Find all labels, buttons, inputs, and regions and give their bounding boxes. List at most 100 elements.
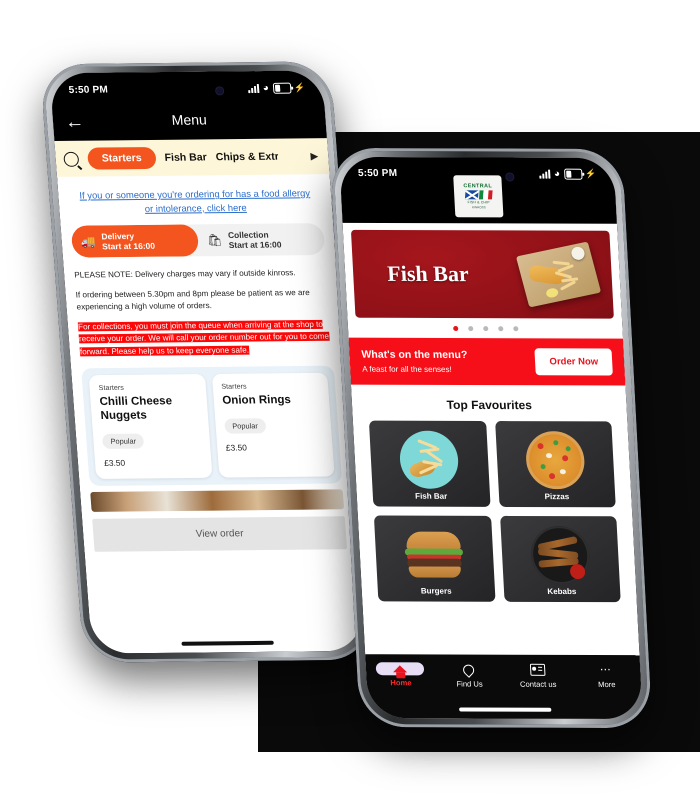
category-tab-bar: Starters Fish Bar Chips & Extras ▶ [54,138,330,177]
hero-carousel-slide[interactable]: Fish Bar [350,229,614,319]
food-photo-strip [90,488,345,512]
product-category: Starters [221,381,247,392]
collection-label: Collection [227,229,269,240]
delivery-scooter-icon: 🚚 [80,234,97,249]
home-icon [393,665,408,673]
lemon-wedge-shape [545,287,560,299]
product-badge: Popular [101,433,145,449]
promo-subtitle: A feast for all the senses! [361,364,452,374]
store-notice: PLEASE NOTE: Delivery charges may vary i… [74,267,333,359]
collection-mode-option[interactable]: 🛍 Collection Start at 16:00 [197,223,326,256]
carousel-dot-1[interactable] [452,326,458,332]
collection-mode-text: Collection Start at 16:00 [228,229,282,250]
wifi-icon: ◕ [262,82,270,94]
nav-item-more[interactable]: ⋯ More [571,663,641,690]
category-tile-kebabs[interactable]: Kebabs [499,515,621,603]
brand-logo: CENTRAL FISH & CHIP KINROSS [453,175,504,218]
nav-item-home[interactable]: Home [366,662,436,687]
logo-brand-text: CENTRAL [463,183,493,190]
carousel-dot-4[interactable] [497,326,503,332]
delivery-mode-text: Delivery Start at 16:00 [101,231,155,252]
play-arrow-icon[interactable]: ▶ [310,151,321,162]
tile-label: Burgers [420,586,452,596]
dynamic-island [142,79,232,103]
nav-label: Contact us [519,679,557,689]
left-phone-screen: 5:50 PM ◕ ⚡ ← Menu Starters Fish Bar Chi… [49,70,365,654]
front-camera-icon [505,171,515,181]
battery-charging-icon [272,82,292,94]
home-header: 5:50 PM ◕ ⚡ CENTRAL FISH & CHIP KINROSS [339,156,617,224]
contact-card-icon [529,663,546,677]
chips-shape [551,254,594,292]
fish-and-chips-plate-image [398,430,460,489]
nav-item-contact-us[interactable]: Contact us [503,663,573,689]
view-order-button[interactable]: View order [92,515,348,552]
ellipsis-icon: ⋯ [599,663,613,676]
tab-starters[interactable]: Starters [86,146,157,170]
nav-item-find-us[interactable]: Find Us [434,661,504,689]
tab-fish-bar[interactable]: Fish Bar [164,151,207,163]
product-card-onion-rings[interactable]: Starters Onion Rings Popular £3.50 [211,373,335,478]
order-now-button[interactable]: Order Now [534,348,613,376]
category-tile-burgers[interactable]: Burgers [373,515,496,602]
nav-label: More [597,679,616,690]
delivery-label: Delivery [101,230,135,242]
right-phone-screen: 5:50 PM ◕ ⚡ CENTRAL FISH & CHIP KINROSS … [339,156,643,720]
front-camera-icon [214,85,225,95]
location-pin-icon [461,661,477,678]
battery-charging-icon [563,168,583,180]
page-title: Menu [171,111,208,128]
home-body: Fish Bar What's on the menu? A feast for… [342,229,637,603]
category-tile-fish-bar[interactable]: Fish Bar [368,420,491,507]
notice-highlighted: For collections, you must join the queue… [77,319,330,357]
search-icon[interactable] [63,151,80,167]
home-indicator [459,707,552,712]
logo-location: KINROSS [472,205,486,210]
pizza-image [524,431,586,490]
tab-chips-and-extras[interactable]: Chips & Extras [215,151,278,164]
fish-and-chips-tray-image [515,241,602,308]
collection-time: Start at 16:00 [228,239,282,251]
order-mode-toggle: 🚚 Delivery Start at 16:00 🛍 Collection S… [70,223,326,258]
product-name: Onion Rings [221,394,292,408]
status-time: 5:50 PM [68,84,109,96]
menu-body: If you or someone you're ordering for ha… [57,186,358,552]
kebab-skewers-image [529,525,591,585]
menu-top-bar: 5:50 PM ◕ ⚡ ← Menu [49,70,327,142]
tile-label: Pizzas [544,492,570,502]
italian-flag-icon [478,190,493,200]
notice-line-1: PLEASE NOTE: Delivery charges may vary i… [73,268,296,280]
burger-image [404,526,465,584]
delivery-time: Start at 16:00 [101,241,156,252]
product-card-chilli-cheese-nuggets[interactable]: Starters Chilli Cheese Nuggets Popular £… [88,374,212,479]
hero-title: Fish Bar [386,260,470,287]
home-indicator [181,640,274,646]
delivery-mode-option[interactable]: 🚚 Delivery Start at 16:00 [70,224,200,258]
product-card-row: Starters Chilli Cheese Nuggets Popular £… [81,366,343,486]
left-phone-device: 5:50 PM ◕ ⚡ ← Menu Starters Fish Bar Chi… [39,61,375,663]
status-icons: ◕ ⚡ [539,168,597,180]
status-time: 5:50 PM [357,167,398,180]
carousel-dot-2[interactable] [467,326,473,332]
carousel-dot-5[interactable] [512,326,518,332]
product-category: Starters [98,383,125,393]
carousel-dots[interactable] [348,318,623,339]
carousel-dot-3[interactable] [482,326,488,332]
mockup-stage: 5:50 PM ◕ ⚡ ← Menu Starters Fish Bar Chi… [0,0,700,800]
status-icons: ◕ ⚡ [247,82,306,95]
right-phone-device: 5:50 PM ◕ ⚡ CENTRAL FISH & CHIP KINROSS … [329,147,653,729]
favourites-grid: Fish Bar Pizzas Burgers Kebabs [353,420,637,603]
promo-title: What's on the menu? [361,348,468,362]
right-phone-screen-bezel: 5:50 PM ◕ ⚡ CENTRAL FISH & CHIP KINROSS … [339,156,643,720]
favourites-heading: Top Favourites [446,397,533,413]
product-price: £3.50 [103,457,126,468]
notice-line-2: If ordering between 5.30pm and 8pm pleas… [75,287,311,312]
product-price: £3.50 [225,442,248,453]
tile-label: Fish Bar [414,491,448,501]
wifi-icon: ◕ [553,168,561,180]
nav-label: Home [390,678,412,688]
category-tile-pizzas[interactable]: Pizzas [494,421,616,508]
allergy-link[interactable]: If you or someone you're ordering for ha… [78,186,312,216]
product-name: Chilli Cheese Nuggets [99,395,173,422]
signal-icon [247,83,260,94]
